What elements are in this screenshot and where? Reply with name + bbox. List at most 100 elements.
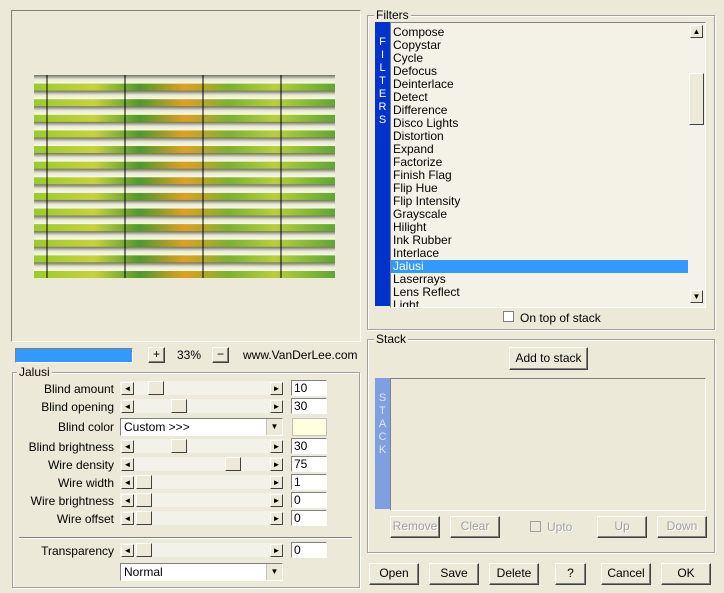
- zoom-in-button[interactable]: +: [148, 347, 165, 363]
- blind-color-swatch[interactable]: [292, 418, 327, 436]
- blind-slat: [34, 231, 335, 240]
- filter-item[interactable]: Lens Reflect: [391, 286, 688, 299]
- up-button[interactable]: Up: [597, 516, 647, 538]
- slider-1-thumb[interactable]: [171, 399, 187, 413]
- params-legend: Jalusi: [17, 365, 52, 379]
- slider-transparency-value[interactable]: 0: [291, 542, 327, 558]
- help-button[interactable]: ?: [555, 563, 586, 585]
- chevron-left-icon[interactable]: ◄: [121, 476, 134, 489]
- slider-3-value[interactable]: 75: [291, 456, 327, 472]
- chevron-left-icon[interactable]: ◄: [121, 512, 134, 525]
- chevron-left-icon[interactable]: ◄: [121, 544, 134, 557]
- side-letter: F: [379, 36, 386, 48]
- down-button[interactable]: Down: [657, 516, 707, 538]
- chevron-left-icon[interactable]: ◄: [121, 440, 134, 453]
- slider-3-track[interactable]: [120, 457, 284, 471]
- filters-list[interactable]: Compose Copystar Cycle Defocus Deinterlace De…: [390, 22, 706, 308]
- blind-slat: [34, 90, 335, 100]
- stack-side-bar: STACK: [375, 378, 390, 509]
- slider-5-thumb[interactable]: [136, 493, 152, 507]
- blind-color-select[interactable]: Custom >>> ▼: [120, 418, 283, 436]
- side-letter: K: [378, 444, 387, 456]
- remove-button[interactable]: Remove: [390, 516, 440, 538]
- chevron-left-icon[interactable]: ◄: [121, 400, 134, 413]
- blind-slat: [34, 246, 335, 256]
- blind-slat: [34, 75, 335, 84]
- cancel-button[interactable]: Cancel: [601, 563, 651, 585]
- chevron-right-icon[interactable]: ►: [270, 512, 283, 525]
- website-link[interactable]: www.VanDerLee.com: [243, 348, 358, 362]
- slider-0-value[interactable]: 10: [291, 380, 327, 396]
- filters-side-bar: FILTERS: [375, 22, 390, 306]
- chevron-left-icon[interactable]: ◄: [121, 458, 134, 471]
- blind-slat: [34, 215, 335, 225]
- preview-image-svg: [34, 75, 335, 278]
- slider-transparency-thumb[interactable]: [136, 543, 152, 557]
- blind-slat: [34, 199, 335, 209]
- chevron-right-icon[interactable]: ►: [270, 440, 283, 453]
- scroll-up-button[interactable]: ▲: [690, 25, 703, 38]
- slider-transparency-label: Transparency: [41, 544, 114, 558]
- scroll-down-button[interactable]: ▼: [690, 290, 703, 303]
- side-letter: I: [380, 49, 385, 61]
- slider-0-track[interactable]: [120, 381, 284, 395]
- slider-2-value[interactable]: 30: [291, 438, 327, 454]
- upto-label[interactable]: Upto: [547, 521, 572, 534]
- zoom-out-button[interactable]: −: [212, 347, 229, 363]
- preview-image: [34, 75, 335, 278]
- chevron-right-icon[interactable]: ►: [270, 544, 283, 557]
- chevron-left-icon[interactable]: ◄: [121, 494, 134, 507]
- open-button[interactable]: Open: [369, 563, 419, 585]
- blind-slat: [34, 137, 335, 147]
- stack-legend: Stack: [374, 332, 409, 346]
- zoom-level: 33%: [177, 348, 202, 362]
- filter-item[interactable]: Light: [391, 299, 688, 308]
- slider-1-value[interactable]: 30: [291, 398, 327, 414]
- chevron-right-icon[interactable]: ►: [270, 458, 283, 471]
- delete-button[interactable]: Delete: [489, 563, 539, 585]
- on-top-checkbox[interactable]: [503, 311, 514, 322]
- filters-scrollbar[interactable]: ▲ ▼: [689, 23, 704, 305]
- slider-2-thumb[interactable]: [171, 439, 187, 453]
- filter-item[interactable]: Interlace: [391, 247, 688, 260]
- save-button[interactable]: Save: [429, 563, 479, 585]
- slider-3-thumb[interactable]: [225, 457, 241, 471]
- blind-color-label: Blind color: [57, 420, 114, 434]
- add-to-stack-button[interactable]: Add to stack: [509, 347, 588, 370]
- on-top-label[interactable]: On top of stack: [520, 311, 601, 325]
- filter-item[interactable]: Distortion: [391, 130, 688, 143]
- upto-checkbox[interactable]: [530, 521, 541, 532]
- side-letter: L: [379, 62, 386, 74]
- blend-mode-select[interactable]: Normal ▼: [120, 563, 283, 581]
- chevron-right-icon[interactable]: ►: [270, 382, 283, 395]
- filter-item[interactable]: Copystar: [391, 39, 688, 52]
- filter-item[interactable]: Deinterlace: [391, 78, 688, 91]
- slider-2-track[interactable]: [120, 439, 284, 453]
- slider-0-thumb[interactable]: [148, 381, 164, 395]
- slider-5-value[interactable]: 0: [291, 492, 327, 508]
- slider-1-label: Blind opening: [41, 400, 114, 414]
- side-letter: T: [379, 405, 386, 417]
- filter-item[interactable]: Grayscale: [391, 208, 688, 221]
- slider-6-thumb[interactable]: [136, 511, 152, 525]
- side-letter: R: [378, 101, 387, 113]
- chevron-right-icon[interactable]: ►: [270, 400, 283, 413]
- chevron-right-icon[interactable]: ►: [270, 494, 283, 507]
- slider-4-label: Wire width: [57, 476, 114, 490]
- stack-list[interactable]: [390, 378, 706, 511]
- clear-button[interactable]: Clear: [450, 516, 500, 538]
- ok-button[interactable]: OK: [661, 563, 711, 585]
- slider-1-track[interactable]: [120, 399, 284, 413]
- params-separator: [19, 537, 352, 539]
- blind-slat: [34, 121, 335, 131]
- chevron-down-icon: ▼: [266, 419, 282, 435]
- slider-4-thumb[interactable]: [136, 475, 152, 489]
- blind-slat: [34, 168, 335, 178]
- slider-6-value[interactable]: 0: [291, 510, 327, 526]
- blend-mode-value: Normal: [124, 565, 163, 579]
- chevron-right-icon[interactable]: ►: [270, 476, 283, 489]
- slider-4-value[interactable]: 1: [291, 474, 327, 490]
- chevron-left-icon[interactable]: ◄: [121, 382, 134, 395]
- slider-3-label: Wire density: [47, 458, 114, 472]
- scroll-thumb[interactable]: [689, 73, 704, 125]
